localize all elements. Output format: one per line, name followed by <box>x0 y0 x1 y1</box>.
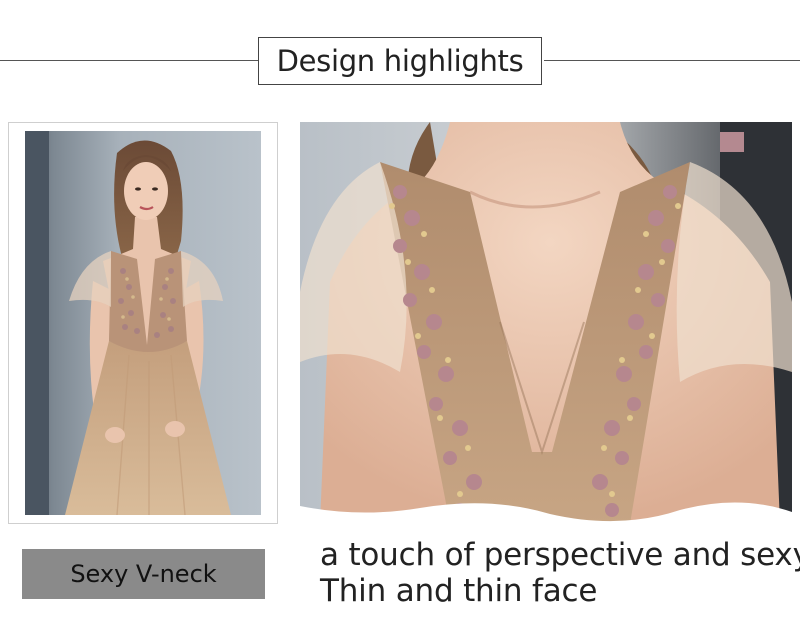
section-title-text: Design highlights <box>276 44 524 78</box>
header-divider-left <box>0 60 258 61</box>
full-length-dress-photo <box>25 131 261 515</box>
full-length-photo-frame <box>8 122 278 524</box>
header-divider-right <box>544 60 800 61</box>
feature-badge-label: Sexy V-neck <box>70 560 217 588</box>
caption-line-2: Thin and thin face <box>320 573 598 609</box>
section-title: Design highlights <box>258 37 542 85</box>
caption-line-1: a touch of perspective and sexy <box>320 537 800 573</box>
feature-badge: Sexy V-neck <box>22 549 265 599</box>
feature-caption: a touch of perspective and sexy Thin and… <box>320 537 800 609</box>
neckline-closeup-photo <box>300 122 792 524</box>
